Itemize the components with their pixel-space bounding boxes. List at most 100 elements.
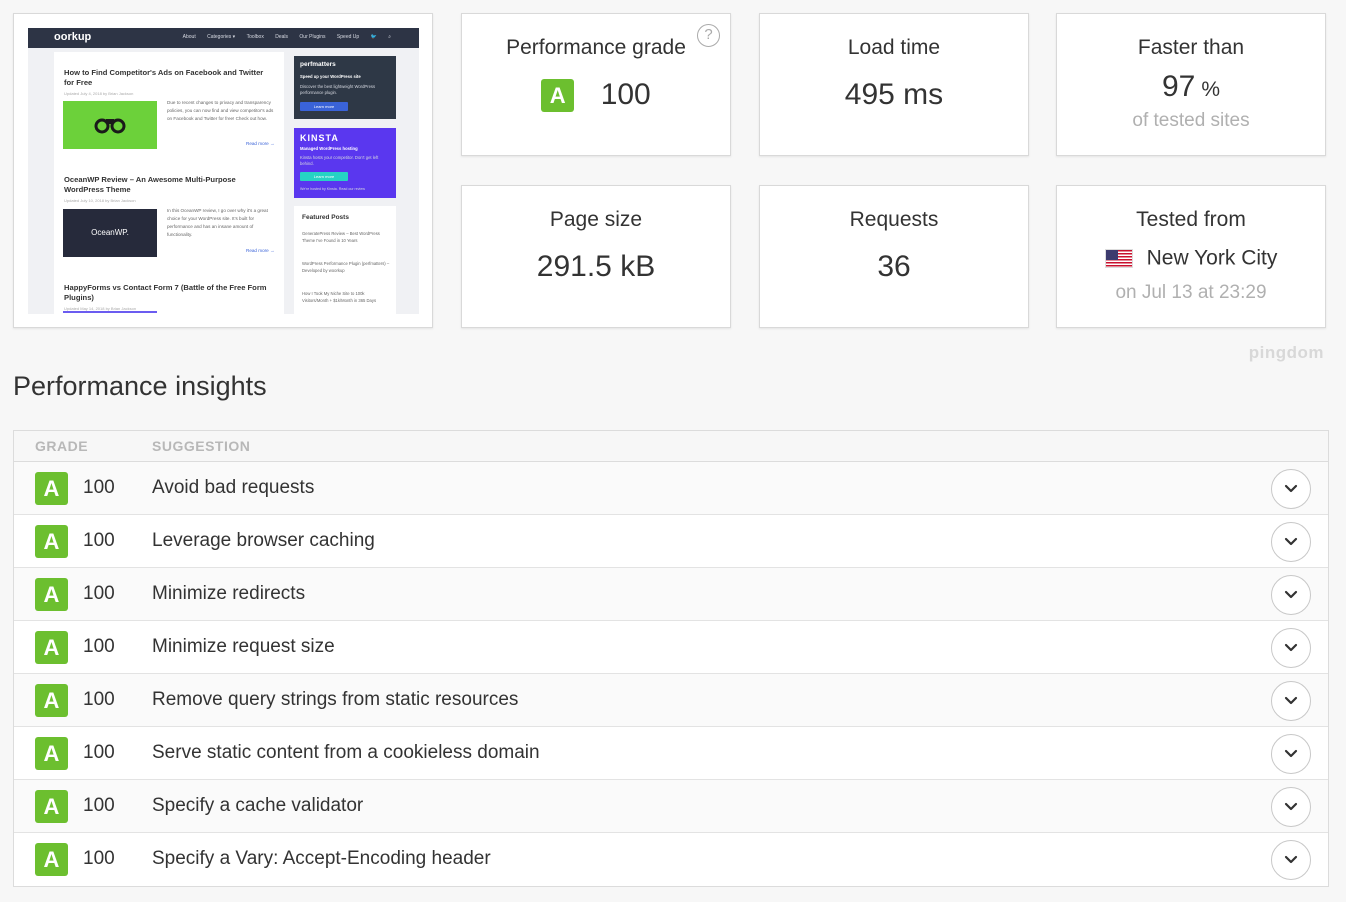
- post-title: How to Find Competitor's Ads on Facebook…: [64, 68, 264, 87]
- insight-row[interactable]: A 100 Avoid bad requests: [14, 462, 1328, 515]
- grade-badge: A: [35, 790, 68, 823]
- insights-title: Performance insights: [13, 371, 267, 401]
- site-screenshot-card: oorkup About Categories ▾ Toolbox Deals …: [13, 13, 433, 328]
- post-title: HappyForms vs Contact Form 7 (Battle of …: [64, 283, 267, 302]
- tested-from-location: New York City: [1146, 246, 1278, 270]
- ad-learn-more-button[interactable]: Learn more: [300, 102, 348, 111]
- site-menu-item: Categories ▾: [207, 34, 236, 40]
- performance-grade-row: A 100: [462, 78, 730, 112]
- insight-score: 100: [83, 848, 115, 869]
- insight-score: 100: [83, 795, 115, 816]
- chevron-down-icon: [1284, 749, 1298, 758]
- grade-badge: A: [541, 78, 575, 112]
- post-image: OceanWP.: [63, 209, 157, 257]
- faster-than-sub: of tested sites: [1132, 110, 1250, 131]
- page-size-value: 291.5 kB: [536, 250, 656, 283]
- ad-learn-more-button[interactable]: Learn more: [300, 172, 348, 181]
- chevron-down-icon: [1284, 696, 1298, 705]
- expand-button[interactable]: [1271, 575, 1311, 615]
- insight-row[interactable]: A 100 Minimize redirects: [14, 568, 1328, 621]
- insight-score: 100: [83, 689, 115, 710]
- requests-label: Requests: [849, 208, 939, 231]
- grade-badge: A: [35, 525, 68, 558]
- performance-grade-card: ? Performance grade A 100: [461, 13, 731, 156]
- ad-text: Kinsta hosts your competitor. Don't get …: [300, 155, 379, 166]
- grade-badge: A: [35, 578, 68, 611]
- faster-than-unit: %: [1201, 78, 1221, 101]
- site-logo: oorkup: [54, 31, 92, 43]
- help-icon[interactable]: ?: [697, 24, 720, 47]
- page-size-card: Page size 291.5 kB: [461, 185, 731, 328]
- chevron-down-icon: [1284, 590, 1298, 599]
- insight-row[interactable]: A 100 Leverage browser caching: [14, 515, 1328, 568]
- expand-button[interactable]: [1271, 787, 1311, 827]
- expand-button[interactable]: [1271, 628, 1311, 668]
- perfmatters-logo: perfmatters: [300, 61, 336, 68]
- ad-footer: We're hosted by Kinsta. Read our review: [300, 187, 365, 191]
- tested-from-row: New York City: [1057, 246, 1325, 270]
- ad-text: Discover the best lightweight WordPress …: [300, 84, 376, 95]
- expand-button[interactable]: [1271, 681, 1311, 721]
- featured-posts-widget: Featured Posts GeneratePress Review – Be…: [294, 206, 396, 314]
- chevron-down-icon: [1284, 855, 1298, 864]
- post-image-edge: [63, 311, 157, 313]
- expand-button[interactable]: [1271, 469, 1311, 509]
- insight-suggestion: Specify a Vary: Accept-Encoding header: [152, 848, 491, 869]
- site-menu-item: Deals: [275, 34, 289, 40]
- load-time-label: Load time: [847, 36, 941, 59]
- site-menu-item: Speed Up: [336, 34, 360, 40]
- site-menu: About Categories ▾ Toolbox Deals Our Plu…: [173, 34, 391, 40]
- featured-post-link[interactable]: WordPress Performance Plugin (perfmatter…: [302, 260, 390, 274]
- insights-table-header: GRADE SUGGESTION: [14, 431, 1328, 462]
- search-icon: ⌕: [388, 34, 391, 40]
- featured-post-link[interactable]: How I Took My Niche Site to 100k Visitor…: [302, 290, 390, 304]
- site-post-list: How to Find Competitor's Ads on Facebook…: [54, 52, 284, 314]
- insight-score: 100: [83, 477, 115, 498]
- insight-row[interactable]: A 100 Serve static content from a cookiele…: [14, 727, 1328, 780]
- column-header-grade[interactable]: GRADE: [35, 438, 88, 454]
- kinsta-ad: KINSTA Managed WordPress hosting Kinsta …: [294, 128, 396, 198]
- performance-grade-label: Performance grade: [506, 36, 686, 59]
- column-header-suggestion[interactable]: SUGGESTION: [152, 438, 250, 454]
- featured-post-link[interactable]: GeneratePress Review – Best WordPress Th…: [302, 230, 390, 244]
- insight-score: 100: [83, 742, 115, 763]
- requests-value: 36: [877, 250, 911, 283]
- site-menu-item: Our Plugins: [299, 34, 326, 40]
- grade-badge: A: [35, 684, 68, 717]
- tested-from-card: Tested from New York City on Jul 13 at 2…: [1056, 185, 1326, 328]
- faster-than-card: Faster than 97% of tested sites: [1056, 13, 1326, 156]
- load-time-value: 495 ms: [844, 78, 944, 111]
- post-meta: Updated July 4, 2018 by Brian Jackson: [64, 91, 134, 96]
- expand-button[interactable]: [1271, 522, 1311, 562]
- tested-from-label: Tested from: [1136, 208, 1246, 231]
- post-meta: Updated July 10, 2018 by Brian Jackson: [64, 198, 136, 203]
- grade-badge: A: [35, 737, 68, 770]
- insights-table-body: A 100 Avoid bad requests A 100 Leverage brows…: [14, 462, 1328, 886]
- grade-badge: A: [35, 843, 68, 876]
- chevron-down-icon: [1284, 484, 1298, 493]
- expand-button[interactable]: [1271, 840, 1311, 880]
- insight-row[interactable]: A 100 Remove query strings from static res…: [14, 674, 1328, 727]
- chevron-down-icon: [1284, 643, 1298, 652]
- insight-row[interactable]: A 100 Specify a Vary: Accept-Encoding head…: [14, 833, 1328, 886]
- post-image: [63, 101, 157, 149]
- us-flag-icon: [1104, 248, 1133, 268]
- read-more-link[interactable]: Read more →: [246, 248, 275, 253]
- ad-tagline: Speed up your WordPress site: [300, 74, 361, 79]
- insight-score: 100: [83, 530, 115, 551]
- insight-suggestion: Specify a cache validator: [152, 795, 364, 816]
- page-size-label: Page size: [549, 208, 643, 231]
- expand-button[interactable]: [1271, 734, 1311, 774]
- insight-row[interactable]: A 100 Minimize request size: [14, 621, 1328, 674]
- post-title: OceanWP Review – An Awesome Multi-Purpos…: [64, 175, 236, 194]
- insight-suggestion: Avoid bad requests: [152, 477, 315, 498]
- insight-row[interactable]: A 100 Specify a cache validator: [14, 780, 1328, 833]
- post-excerpt: In this OceanWP review, I go over why it…: [167, 208, 268, 237]
- site-menu-item: About: [182, 34, 196, 40]
- read-more-link[interactable]: Read more →: [246, 141, 275, 146]
- grade-badge: A: [35, 631, 68, 664]
- tested-from-date: on Jul 13 at 23:29: [1115, 282, 1267, 304]
- kinsta-logo: KINSTA: [300, 133, 339, 143]
- insights-table: GRADE SUGGESTION A 100 Avoid bad requests A…: [13, 430, 1329, 887]
- twitter-icon: 🐦: [370, 34, 377, 40]
